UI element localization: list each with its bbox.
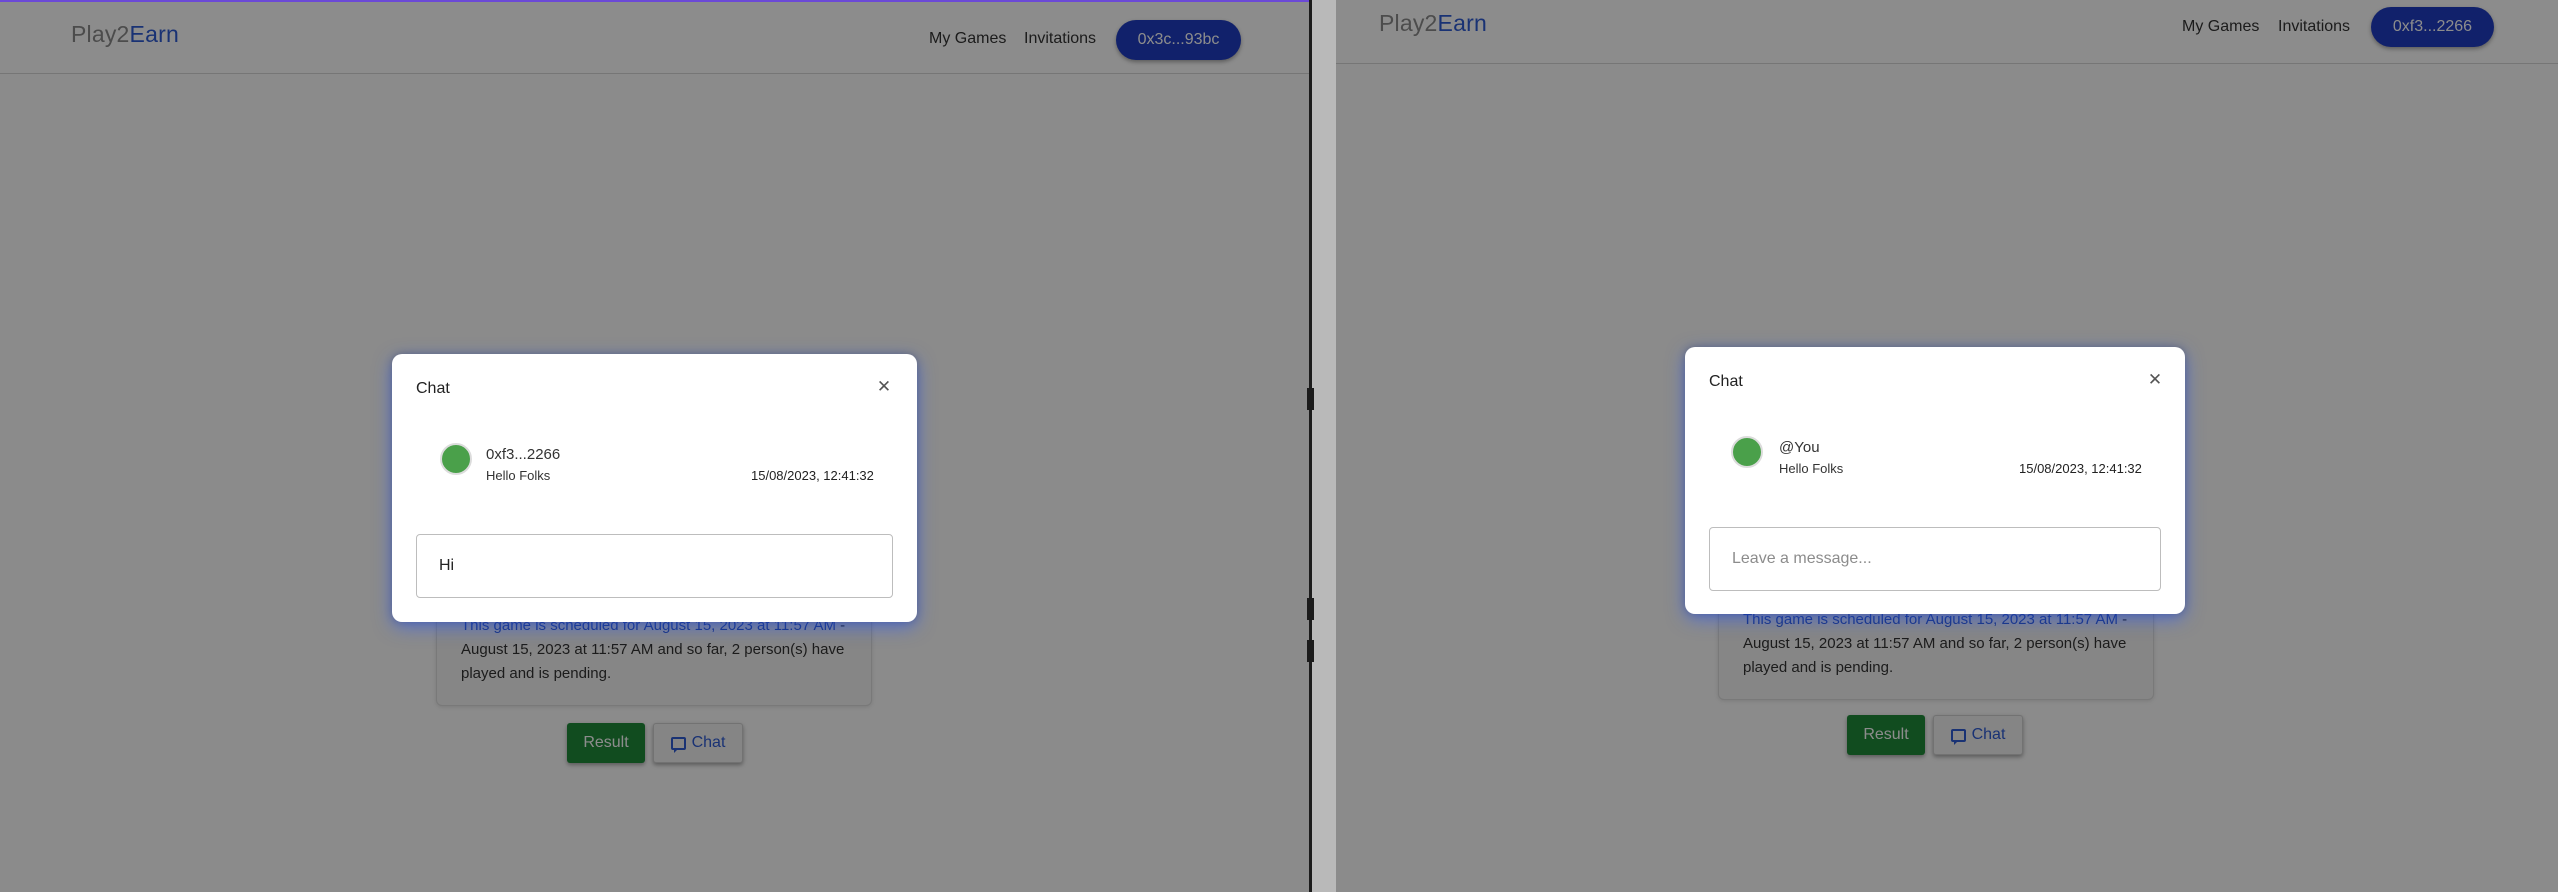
message-sender: @You: [1779, 439, 1820, 456]
window-gutter: [1312, 0, 1336, 892]
right-browser-window: Play2Earn My Games Invitations 0xf3...22…: [1336, 0, 2558, 892]
message-text: Hello Folks: [486, 468, 551, 483]
close-icon[interactable]: ✕: [2146, 371, 2164, 389]
message-timestamp: 15/08/2023, 12:41:32: [2019, 461, 2142, 476]
message-timestamp: 15/08/2023, 12:41:32: [751, 468, 874, 483]
chat-modal-title: Chat: [1709, 373, 1743, 390]
chat-modal-title: Chat: [416, 380, 450, 397]
divider-marker: [1307, 388, 1314, 410]
chat-modal: Chat ✕ @You Hello Folks 15/08/2023, 12:4…: [1685, 347, 2185, 614]
message-text: Hello Folks: [1779, 461, 1844, 476]
chat-modal: Chat ✕ 0xf3...2266 Hello Folks 15/08/202…: [392, 354, 917, 622]
divider-marker: [1307, 640, 1314, 662]
message-sender: 0xf3...2266: [486, 446, 561, 463]
message-input[interactable]: [1709, 527, 2161, 591]
avatar: [1731, 436, 1763, 468]
avatar: [440, 443, 472, 475]
left-browser-window: Play2Earn My Games Invitations 0x3c...93…: [0, 0, 1309, 892]
close-icon[interactable]: ✕: [875, 378, 893, 396]
divider-marker: [1307, 598, 1314, 620]
message-input[interactable]: [416, 534, 893, 598]
